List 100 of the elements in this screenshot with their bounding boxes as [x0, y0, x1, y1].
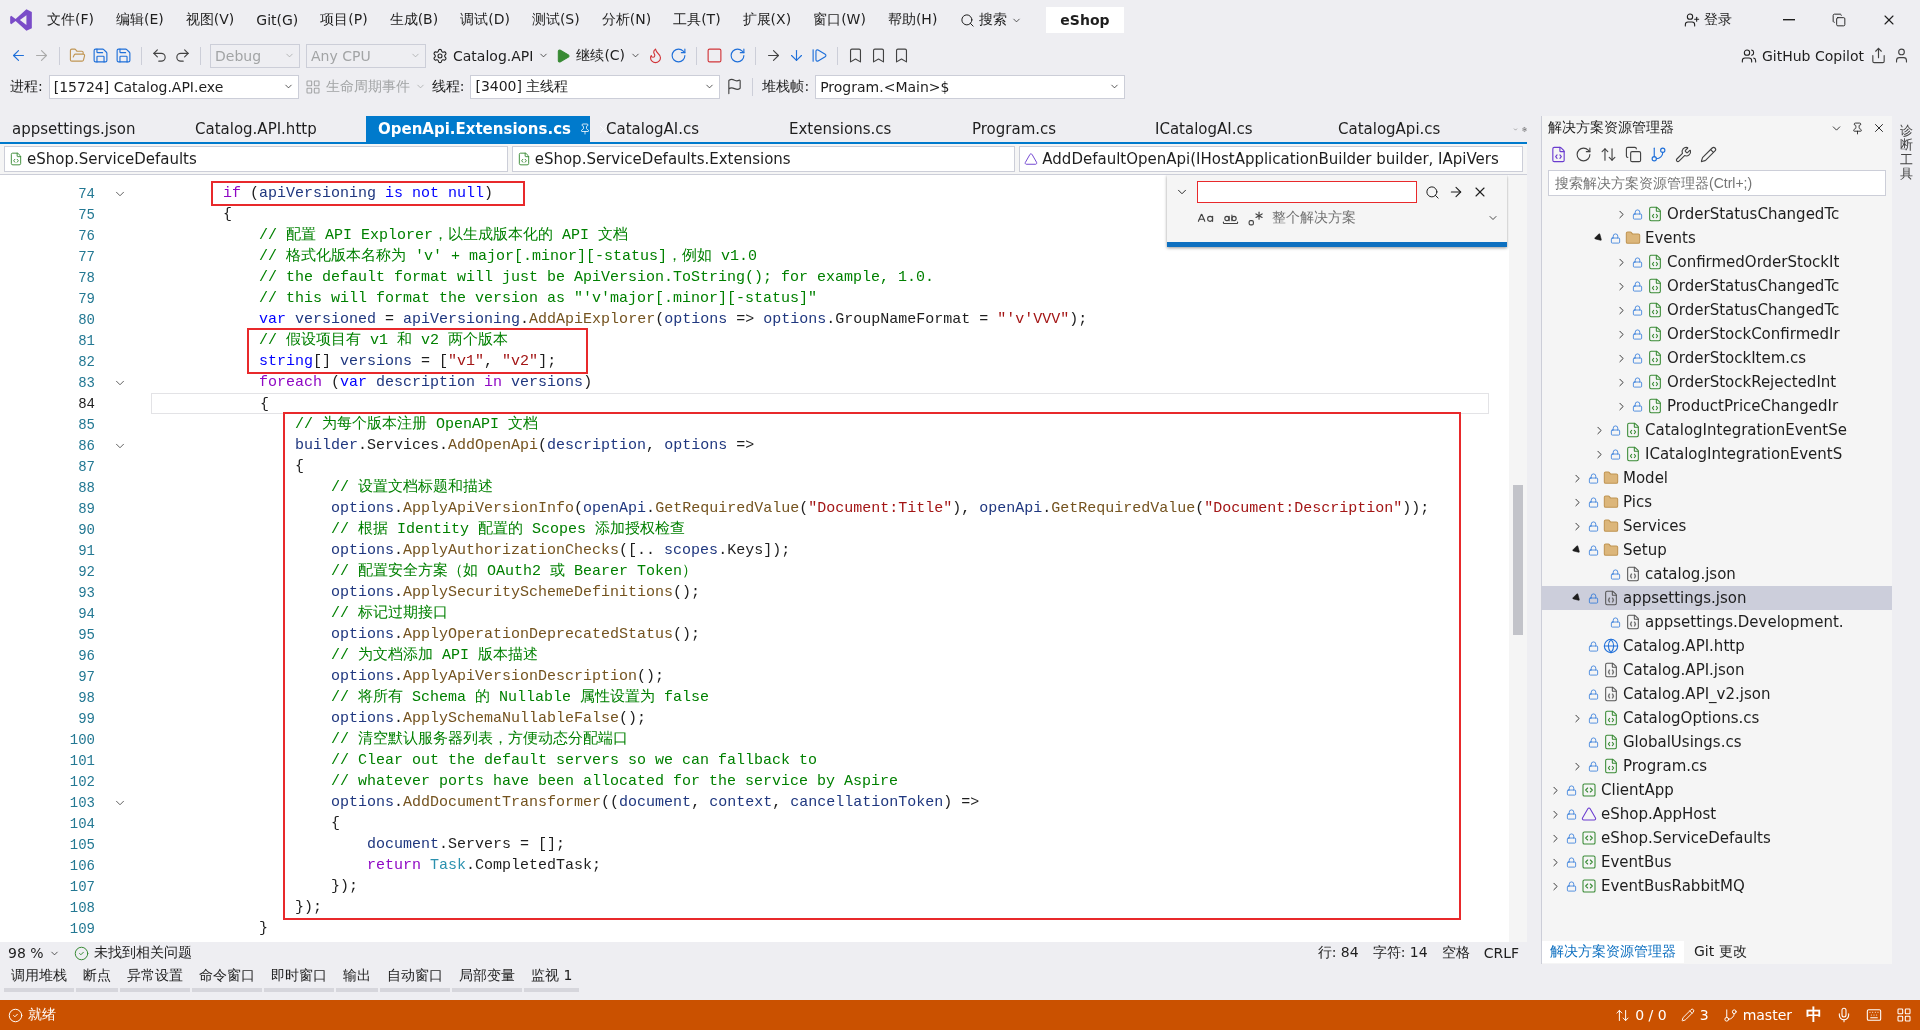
sync-icon[interactable]: [1575, 145, 1592, 163]
menu-item[interactable]: 扩展(X): [733, 7, 801, 33]
continue-button[interactable]: 继续(C): [555, 46, 642, 65]
changes-status[interactable]: 3: [1680, 1007, 1709, 1023]
panel-tab[interactable]: 解决方案资源管理器: [1542, 941, 1684, 963]
panel-tab[interactable]: Git 更改: [1686, 941, 1755, 963]
tree-item[interactable]: CatalogIntegrationEventSe: [1542, 418, 1892, 442]
document-tab[interactable]: appsettings.json: [0, 116, 179, 142]
collapse-all-icon[interactable]: [1625, 145, 1642, 163]
navigation-dropdown[interactable]: AddDefaultOpenApi(IHostApplicationBuilder builder, IApiVers: [1019, 146, 1523, 172]
back-icon[interactable]: [10, 47, 27, 64]
wrench-icon[interactable]: [1675, 145, 1692, 163]
navigation-dropdown[interactable]: eShop.ServiceDefaults: [4, 146, 508, 172]
thread-dropdown[interactable]: [3400] 主线程: [470, 74, 721, 99]
show-all-files-icon[interactable]: [1650, 145, 1667, 163]
search-field[interactable]: 搜索解决方案资源管理器(Ctrl+;): [1548, 170, 1886, 196]
side-tab[interactable]: 诊断工具: [1899, 124, 1913, 964]
save-icon[interactable]: [92, 47, 109, 64]
line-ending-indicator[interactable]: CRLF: [1483, 945, 1519, 961]
step-over-icon[interactable]: [811, 47, 829, 64]
startup-project-button[interactable]: Catalog.API: [432, 47, 550, 64]
tree-item[interactable]: OrderStockConfirmedIr: [1542, 322, 1892, 346]
tool-window-tab[interactable]: 命令窗口: [192, 964, 262, 992]
scrollbar-thumb[interactable]: [1513, 485, 1523, 635]
login-button[interactable]: 登录: [1684, 11, 1732, 29]
tree-item[interactable]: appsettings.Development.: [1542, 610, 1892, 634]
input-method-indicator[interactable]: 中: [1806, 1004, 1822, 1026]
home-icon[interactable]: [1550, 145, 1567, 163]
tree-item[interactable]: Services: [1542, 514, 1892, 538]
tree-item[interactable]: EventBus: [1542, 850, 1892, 874]
share-icon[interactable]: [1870, 47, 1887, 64]
vertical-scrollbar[interactable]: [1509, 175, 1527, 942]
process-dropdown[interactable]: [15724] Catalog.API.exe: [48, 74, 299, 99]
menu-item[interactable]: 编辑(E): [107, 7, 173, 33]
tool-window-tab[interactable]: 监视 1: [524, 964, 580, 992]
menu-item[interactable]: 分析(N): [592, 7, 661, 33]
tree-item[interactable]: Catalog.API.json: [1542, 658, 1892, 682]
menu-item[interactable]: 视图(V): [176, 7, 244, 33]
save-all-icon[interactable]: [115, 47, 132, 64]
document-tab[interactable]: Extensions.cs: [777, 116, 956, 142]
menu-item[interactable]: 帮助(H): [878, 7, 947, 33]
tree-item[interactable]: ICatalogIntegrationEventS: [1542, 442, 1892, 466]
tool-window-tab[interactable]: 调用堆栈: [4, 964, 74, 992]
copilot-button[interactable]: GitHub Copilot: [1740, 47, 1864, 64]
flag-icon[interactable]: [726, 78, 744, 95]
tree-item[interactable]: Setup: [1542, 538, 1892, 562]
tree-item[interactable]: ConfirmedOrderStockIt: [1542, 250, 1892, 274]
search-button[interactable]: 搜索: [950, 7, 1033, 33]
tree-item[interactable]: OrderStatusChangedTc: [1542, 274, 1892, 298]
branch-button[interactable]: master: [1722, 1007, 1792, 1023]
undo-icon[interactable]: [151, 47, 168, 64]
find-field[interactable]: [1197, 181, 1417, 203]
tree-item[interactable]: catalog.json: [1542, 562, 1892, 586]
menu-item[interactable]: 调试(D): [451, 7, 519, 33]
menu-item[interactable]: 工具(T): [664, 7, 730, 33]
document-tab[interactable]: Catalog.API.http: [183, 116, 362, 142]
tool-window-tab[interactable]: 局部变量: [452, 964, 522, 992]
tree-item[interactable]: eShop.AppHost: [1542, 802, 1892, 826]
document-tab[interactable]: CatalogApi.cs: [1326, 116, 1505, 142]
tree-item[interactable]: OrderStockRejectedInt: [1542, 370, 1892, 394]
indent-indicator[interactable]: 空格: [1441, 944, 1470, 962]
tool-window-tab[interactable]: 自动窗口: [380, 964, 450, 992]
menu-item[interactable]: 窗口(W): [804, 7, 875, 33]
tree-item[interactable]: Program.cs: [1542, 754, 1892, 778]
switch-views-icon[interactable]: [1600, 145, 1617, 163]
redo-icon[interactable]: [174, 47, 191, 64]
tool-window-tab[interactable]: 异常设置: [120, 964, 190, 992]
menu-item[interactable]: 生成(B): [380, 7, 448, 33]
stack-frame-dropdown[interactable]: Program.<Main>$: [815, 74, 1126, 99]
tree-item[interactable]: Catalog.API_v2.json: [1542, 682, 1892, 706]
tree-item[interactable]: GlobalUsings.cs: [1542, 730, 1892, 754]
tree-item[interactable]: Events: [1542, 226, 1892, 250]
tree-item[interactable]: OrderStockItem.cs: [1542, 346, 1892, 370]
document-tab[interactable]: Program.cs: [960, 116, 1139, 142]
regex-icon[interactable]: [1247, 209, 1264, 227]
stop-icon[interactable]: [706, 47, 724, 64]
tree-item[interactable]: Pics: [1542, 490, 1892, 514]
account-icon[interactable]: [1893, 47, 1910, 64]
document-tab[interactable]: ICatalogAI.cs: [1143, 116, 1322, 142]
pencil-icon[interactable]: [1700, 145, 1717, 163]
tree-item[interactable]: OrderStatusChangedTc: [1542, 298, 1892, 322]
menu-item[interactable]: Git(G): [247, 8, 308, 32]
tree-item[interactable]: ClientApp: [1542, 778, 1892, 802]
search-scope-dropdown[interactable]: 整个解决方案: [1272, 209, 1479, 227]
menu-item[interactable]: 文件(F): [38, 7, 103, 33]
document-tab[interactable]: CatalogAI.cs: [594, 116, 773, 142]
tree-item[interactable]: appsettings.json: [1542, 586, 1892, 610]
menu-item[interactable]: 项目(P): [311, 7, 377, 33]
restart-icon[interactable]: [729, 47, 747, 64]
issues-status[interactable]: 未找到相关问题: [73, 944, 192, 962]
tree-item[interactable]: OrderStatusChangedTc: [1542, 202, 1892, 226]
navigation-dropdown[interactable]: eShop.ServiceDefaults.Extensions: [511, 146, 1016, 172]
tree-item[interactable]: eShop.ServiceDefaults: [1542, 826, 1892, 850]
tree-item[interactable]: Catalog.API.http: [1542, 634, 1892, 658]
tool-window-tab[interactable]: 断点: [76, 964, 118, 992]
tool-window-tab[interactable]: 输出: [336, 964, 378, 992]
refresh-icon[interactable]: [670, 47, 688, 64]
tree-item[interactable]: Model: [1542, 466, 1892, 490]
sync-status[interactable]: 0 / 0: [1615, 1007, 1667, 1023]
tree-item[interactable]: CatalogOptions.cs: [1542, 706, 1892, 730]
